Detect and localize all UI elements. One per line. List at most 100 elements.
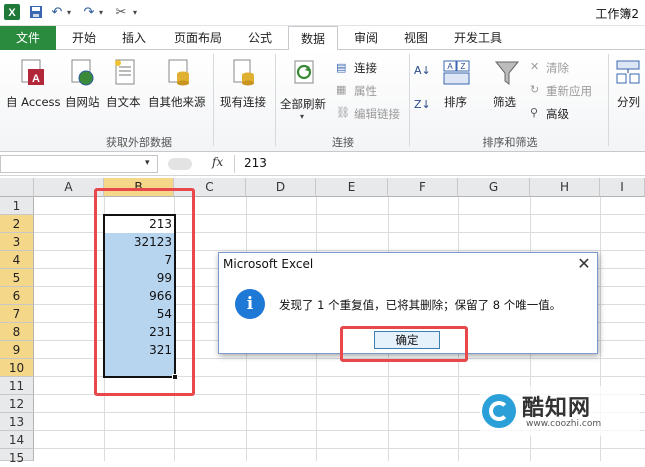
edit-links-button: ⛓ 编辑链接 <box>336 106 408 122</box>
column-header[interactable]: G <box>458 178 530 197</box>
insert-function-icon[interactable]: fx <box>212 155 223 169</box>
ribbon: A 自 Access 自网站 自文本 自其他来源 现有连接 获取外部数据 全部刷… <box>0 50 645 152</box>
watermark-name: 酷知网 <box>522 396 592 421</box>
sort-desc-icon[interactable]: Z↓ <box>414 98 434 118</box>
refresh-all-button[interactable]: 全部刷新 ▾ <box>278 54 332 124</box>
filter-icon <box>492 58 522 88</box>
svg-text:A: A <box>447 62 453 71</box>
name-box-dropdown-icon[interactable]: ▾ <box>145 158 150 168</box>
clear-label: 清除 <box>546 61 569 75</box>
column-header[interactable]: D <box>246 178 316 197</box>
row-header[interactable]: 11 <box>0 377 34 395</box>
group-label-get-external: 获取外部数据 <box>106 136 172 149</box>
excel-logo-icon: X <box>2 2 22 22</box>
sort-asc-icon[interactable]: A↓ <box>414 64 434 84</box>
ribbon-separator <box>275 54 276 146</box>
column-header[interactable]: E <box>316 178 388 197</box>
properties-icon: ▦ <box>336 83 347 96</box>
connections-button[interactable]: ▤ 连接 <box>336 60 406 76</box>
svg-text:A: A <box>32 73 40 85</box>
properties-button: ▦ 属性 <box>336 83 406 99</box>
redo-dropdown-icon[interactable]: ▾ <box>96 3 106 21</box>
row-header[interactable]: 5 <box>0 269 34 287</box>
close-icon[interactable]: ✕ <box>573 253 595 275</box>
dialog-title: Microsoft Excel <box>223 257 314 271</box>
advanced-label: 高级 <box>546 107 569 121</box>
formula-input[interactable]: 213 <box>244 156 267 170</box>
text-file-icon <box>110 56 140 90</box>
row-header[interactable]: 14 <box>0 431 34 449</box>
from-other-sources-button[interactable]: 自其他来源 <box>148 54 212 114</box>
row-header[interactable]: 9 <box>0 341 34 359</box>
info-icon: i <box>235 289 265 319</box>
row-header[interactable]: 8 <box>0 323 34 341</box>
row-header[interactable]: 2 <box>0 215 34 233</box>
other-sources-icon <box>164 56 194 90</box>
column-header[interactable]: I <box>600 178 645 197</box>
row-header[interactable]: 12 <box>0 395 34 413</box>
row-header[interactable]: 1 <box>0 197 34 215</box>
ribbon-separator <box>409 54 410 146</box>
ok-highlight-box <box>340 326 468 362</box>
refresh-dropdown-icon[interactable]: ▾ <box>300 112 304 121</box>
sort-label: 排序 <box>444 95 467 109</box>
from-text-button[interactable]: 自文本 <box>106 54 146 114</box>
split-label: 分列 <box>617 95 640 109</box>
advanced-filter-icon: ⚲ <box>530 106 539 119</box>
from-web-label: 自网站 <box>65 95 100 109</box>
reapply-icon: ↻ <box>530 83 540 96</box>
coozhi-logo-icon <box>482 394 516 428</box>
ribbon-tabs: 文件 开始 插入 页面布局 公式 数据 审阅 视图 开发工具 <box>0 26 645 51</box>
text-to-columns-button[interactable]: 分列 <box>611 54 645 114</box>
select-all-corner[interactable] <box>0 178 34 197</box>
tab-file[interactable]: 文件 <box>0 26 56 50</box>
watermark-url: www.coozhi.com <box>526 419 602 429</box>
from-access-label: 自 Access <box>6 95 61 109</box>
row-header[interactable]: 6 <box>0 287 34 305</box>
tab-formulas[interactable]: 公式 <box>238 26 282 50</box>
advanced-button[interactable]: ⚲ 高级 <box>530 106 600 122</box>
tab-view[interactable]: 视图 <box>394 26 438 50</box>
from-web-button[interactable]: 自网站 <box>64 54 104 114</box>
row-header[interactable]: 15 <box>0 449 34 465</box>
tab-home[interactable]: 开始 <box>62 26 106 50</box>
existing-connections-button[interactable]: 现有连接 <box>216 54 272 114</box>
customize-icon[interactable]: ▾ <box>130 3 140 21</box>
sort-button[interactable]: AZ 排序 <box>438 54 476 114</box>
connection-icon: ▤ <box>336 61 347 74</box>
row-header[interactable]: 7 <box>0 305 34 323</box>
tab-data[interactable]: 数据 <box>288 26 338 51</box>
clear-icon: ✕ <box>530 60 540 73</box>
filter-button[interactable]: 筛选 <box>486 54 526 114</box>
formula-bar: ▾ fx 213 <box>0 152 645 176</box>
split-columns-icon <box>613 56 643 88</box>
undo-dropdown-icon[interactable]: ▾ <box>64 3 74 21</box>
edit-links-icon: ⛓ <box>336 106 350 119</box>
from-access-button[interactable]: A 自 Access <box>4 54 64 114</box>
properties-label: 属性 <box>354 84 377 98</box>
name-box[interactable]: ▾ <box>0 155 158 173</box>
save-icon[interactable] <box>27 3 45 21</box>
clear-button: ✕ 清除 <box>530 60 602 76</box>
row-header[interactable]: 13 <box>0 413 34 431</box>
connections-label: 连接 <box>354 61 377 75</box>
splitter-handle[interactable] <box>168 158 192 170</box>
from-text-label: 自文本 <box>106 95 141 109</box>
row-header[interactable]: 3 <box>0 233 34 251</box>
svg-text:X: X <box>8 7 16 19</box>
row-header[interactable]: 4 <box>0 251 34 269</box>
tab-insert[interactable]: 插入 <box>112 26 156 50</box>
column-header[interactable]: F <box>388 178 458 197</box>
tab-page-layout[interactable]: 页面布局 <box>164 26 232 50</box>
access-icon: A <box>18 56 48 90</box>
from-other-sources-label: 自其他来源 <box>148 95 206 109</box>
tab-developer[interactable]: 开发工具 <box>446 26 510 50</box>
column-header[interactable]: H <box>530 178 600 197</box>
existing-connections-label: 现有连接 <box>220 95 266 109</box>
tab-review[interactable]: 审阅 <box>344 26 388 50</box>
filter-label: 筛选 <box>493 95 516 109</box>
row-header[interactable]: 10 <box>0 359 34 377</box>
svg-text:Z: Z <box>461 62 466 71</box>
tools-icon[interactable]: ✂ <box>112 3 130 21</box>
sort-icon: AZ <box>442 58 472 88</box>
